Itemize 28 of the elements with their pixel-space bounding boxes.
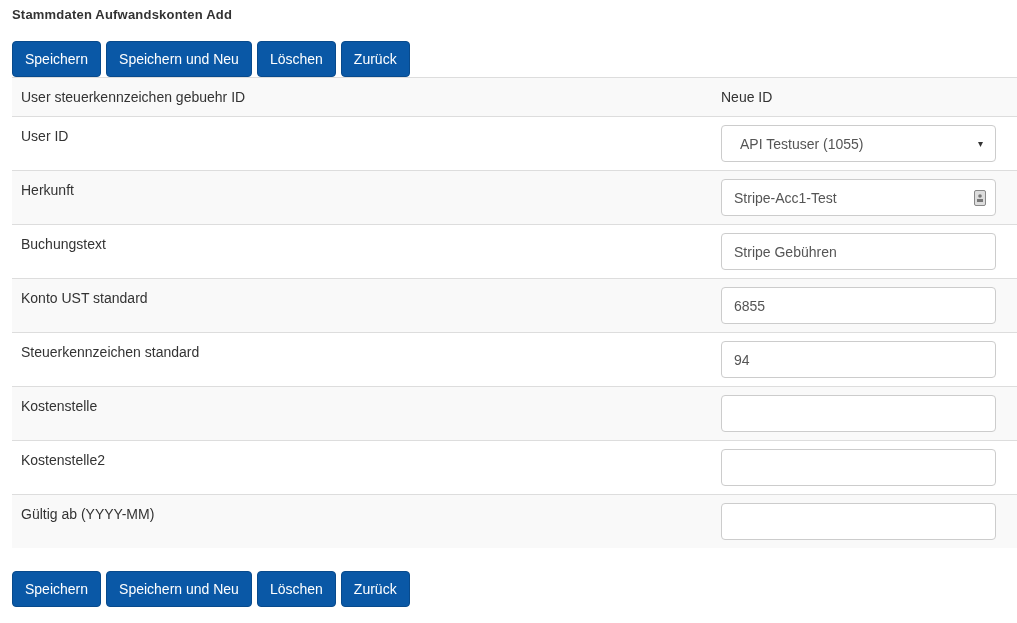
input-field[interactable]: Stripe-Acc1-Test — [721, 179, 996, 216]
input-field[interactable]: 6855 — [721, 287, 996, 324]
action-button[interactable]: Löschen — [256, 571, 336, 607]
action-button[interactable]: Zurück — [340, 41, 410, 77]
action-button[interactable]: Löschen — [256, 41, 336, 77]
id-value: Neue ID — [721, 89, 773, 105]
action-button[interactable]: Speichern und Neu — [106, 571, 252, 607]
action-button[interactable]: Speichern — [12, 571, 102, 607]
field-label: User ID — [21, 128, 69, 144]
input-field[interactable] — [721, 395, 996, 432]
field-label: Steuerkennzeichen standard — [21, 344, 200, 360]
field-label: Kostenstelle — [21, 398, 98, 414]
select-field[interactable]: API Testuser (1055) ▾ — [721, 125, 996, 162]
page-title: Stammdaten Aufwandskonten Add — [12, 6, 234, 24]
input-field[interactable]: 94 — [721, 341, 996, 378]
input-field[interactable] — [721, 503, 996, 540]
action-button[interactable]: Speichern — [12, 41, 102, 77]
action-button[interactable]: Zurück — [340, 571, 410, 607]
input-field[interactable]: Stripe Gebühren — [721, 233, 996, 270]
contact-card-icon — [974, 190, 986, 206]
field-label: Buchungstext — [21, 236, 106, 252]
input-field[interactable] — [721, 449, 996, 486]
field-label: Konto UST standard — [21, 290, 148, 306]
field-label: Kostenstelle2 — [21, 452, 106, 468]
field-label: Gültig ab (YYYY-MM) — [21, 506, 155, 522]
field-label: Herkunft — [21, 182, 74, 198]
field-label: User steuerkennzeichen gebuehr ID — [21, 89, 246, 105]
action-button[interactable]: Speichern und Neu — [106, 41, 252, 77]
